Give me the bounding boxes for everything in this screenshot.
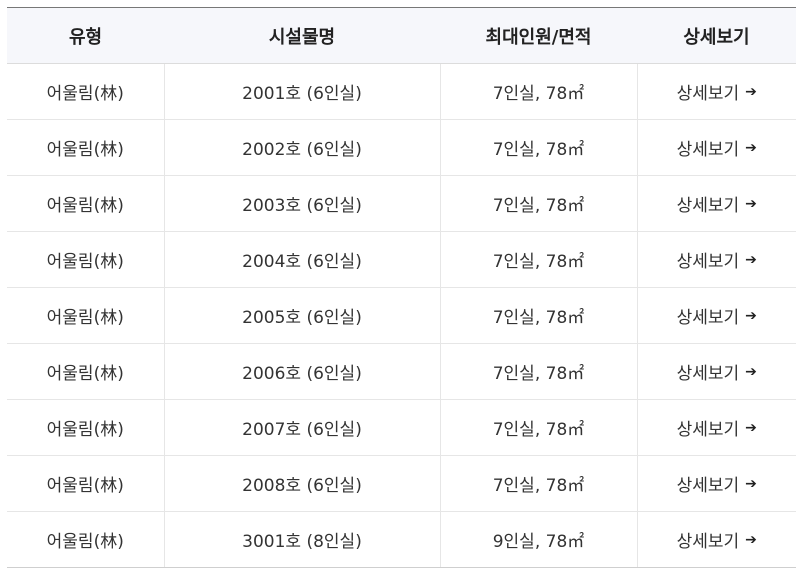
- arrow-right-icon: ➔: [745, 251, 757, 268]
- cell-capacity-area: 7인실, 78㎡: [439, 399, 637, 456]
- header-row: 유형 시설물명 최대인원/면적 상세보기: [7, 8, 796, 64]
- arrow-right-icon: ➔: [745, 363, 757, 380]
- cell-facility-name: 2006호 (6인실): [163, 343, 440, 400]
- cell-facility-name: 2001호 (6인실): [163, 63, 440, 120]
- detail-link[interactable]: 상세보기 ➔: [677, 471, 757, 496]
- arrow-right-icon: ➔: [745, 307, 757, 324]
- table-row: 어울림(林) 2003호 (6인실) 7인실, 78㎡ 상세보기 ➔: [7, 175, 796, 232]
- detail-link-label: 상세보기: [676, 84, 740, 104]
- table-row: 어울림(林) 2005호 (6인실) 7인실, 78㎡ 상세보기 ➔: [7, 287, 796, 344]
- arrow-right-icon: ➔: [745, 139, 757, 156]
- table-body: 어울림(林) 2001호 (6인실) 7인실, 78㎡ 상세보기 ➔ 어울림(林…: [7, 63, 796, 568]
- table-row: 어울림(林) 3001호 (8인실) 9인실, 78㎡ 상세보기 ➔: [7, 511, 796, 568]
- table-row: 어울림(林) 2004호 (6인실) 7인실, 78㎡ 상세보기 ➔: [7, 231, 796, 288]
- header-capacity-area: 최대인원/면적: [440, 8, 637, 64]
- cell-facility-name: 2005호 (6인실): [163, 287, 440, 344]
- cell-capacity-area: 7인실, 78㎡: [439, 63, 637, 120]
- detail-link[interactable]: 상세보기 ➔: [677, 191, 757, 216]
- arrow-right-icon: ➔: [745, 419, 757, 436]
- cell-facility-name: 2008호 (6인실): [163, 455, 440, 512]
- detail-link-label: 상세보기: [676, 140, 740, 160]
- facility-table: 유형 시설물명 최대인원/면적 상세보기 어울림(林) 2001호 (6인실) …: [7, 8, 796, 568]
- detail-link[interactable]: 상세보기 ➔: [677, 79, 757, 104]
- detail-link[interactable]: 상세보기 ➔: [677, 247, 757, 272]
- cell-capacity-area: 7인실, 78㎡: [439, 119, 637, 176]
- cell-type: 어울림(林): [7, 399, 164, 456]
- table-row: 어울림(林) 2006호 (6인실) 7인실, 78㎡ 상세보기 ➔: [7, 343, 796, 400]
- detail-link-label: 상세보기: [676, 364, 740, 384]
- cell-detail: 상세보기 ➔: [636, 119, 796, 176]
- arrow-right-icon: ➔: [745, 475, 757, 492]
- cell-facility-name: 2002호 (6인실): [163, 119, 440, 176]
- cell-type: 어울림(林): [7, 287, 164, 344]
- facility-table-container: 유형 시설물명 최대인원/면적 상세보기 어울림(林) 2001호 (6인실) …: [7, 7, 796, 568]
- cell-type: 어울림(林): [7, 455, 164, 512]
- detail-link[interactable]: 상세보기 ➔: [677, 135, 757, 160]
- header-facility-name: 시설물명: [164, 8, 440, 64]
- cell-detail: 상세보기 ➔: [636, 175, 796, 232]
- table-row: 어울림(林) 2008호 (6인실) 7인실, 78㎡ 상세보기 ➔: [7, 455, 796, 512]
- detail-link-label: 상세보기: [676, 308, 740, 328]
- cell-type: 어울림(林): [7, 343, 164, 400]
- detail-link[interactable]: 상세보기 ➔: [677, 415, 757, 440]
- cell-facility-name: 2003호 (6인실): [163, 175, 440, 232]
- detail-link-label: 상세보기: [676, 532, 740, 552]
- cell-type: 어울림(林): [7, 63, 164, 120]
- cell-detail: 상세보기 ➔: [636, 399, 796, 456]
- cell-detail: 상세보기 ➔: [636, 455, 796, 512]
- cell-facility-name: 2007호 (6인실): [163, 399, 440, 456]
- cell-detail: 상세보기 ➔: [636, 231, 796, 288]
- cell-type: 어울림(林): [7, 231, 164, 288]
- detail-link-label: 상세보기: [676, 420, 740, 440]
- table-row: 어울림(林) 2002호 (6인실) 7인실, 78㎡ 상세보기 ➔: [7, 119, 796, 176]
- cell-capacity-area: 7인실, 78㎡: [439, 287, 637, 344]
- cell-detail: 상세보기 ➔: [636, 343, 796, 400]
- cell-capacity-area: 7인실, 78㎡: [439, 455, 637, 512]
- cell-detail: 상세보기 ➔: [636, 287, 796, 344]
- cell-facility-name: 3001호 (8인실): [163, 511, 440, 568]
- cell-facility-name: 2004호 (6인실): [163, 231, 440, 288]
- cell-type: 어울림(林): [7, 175, 164, 232]
- cell-type: 어울림(林): [7, 511, 164, 568]
- cell-detail: 상세보기 ➔: [636, 511, 796, 568]
- arrow-right-icon: ➔: [745, 195, 757, 212]
- table-header: 유형 시설물명 최대인원/면적 상세보기: [7, 8, 796, 64]
- header-detail: 상세보기: [637, 8, 796, 64]
- detail-link[interactable]: 상세보기 ➔: [677, 359, 757, 384]
- arrow-right-icon: ➔: [745, 83, 757, 100]
- arrow-right-icon: ➔: [745, 531, 757, 548]
- detail-link-label: 상세보기: [676, 196, 740, 216]
- cell-capacity-area: 9인실, 78㎡: [439, 511, 637, 568]
- table-row: 어울림(林) 2001호 (6인실) 7인실, 78㎡ 상세보기 ➔: [7, 63, 796, 120]
- header-type: 유형: [7, 8, 164, 64]
- cell-capacity-area: 7인실, 78㎡: [439, 231, 637, 288]
- detail-link[interactable]: 상세보기 ➔: [677, 527, 757, 552]
- detail-link[interactable]: 상세보기 ➔: [677, 303, 757, 328]
- cell-capacity-area: 7인실, 78㎡: [439, 175, 637, 232]
- cell-detail: 상세보기 ➔: [636, 63, 796, 120]
- table-row: 어울림(林) 2007호 (6인실) 7인실, 78㎡ 상세보기 ➔: [7, 399, 796, 456]
- cell-type: 어울림(林): [7, 119, 164, 176]
- detail-link-label: 상세보기: [676, 252, 740, 272]
- detail-link-label: 상세보기: [676, 476, 740, 496]
- cell-capacity-area: 7인실, 78㎡: [439, 343, 637, 400]
